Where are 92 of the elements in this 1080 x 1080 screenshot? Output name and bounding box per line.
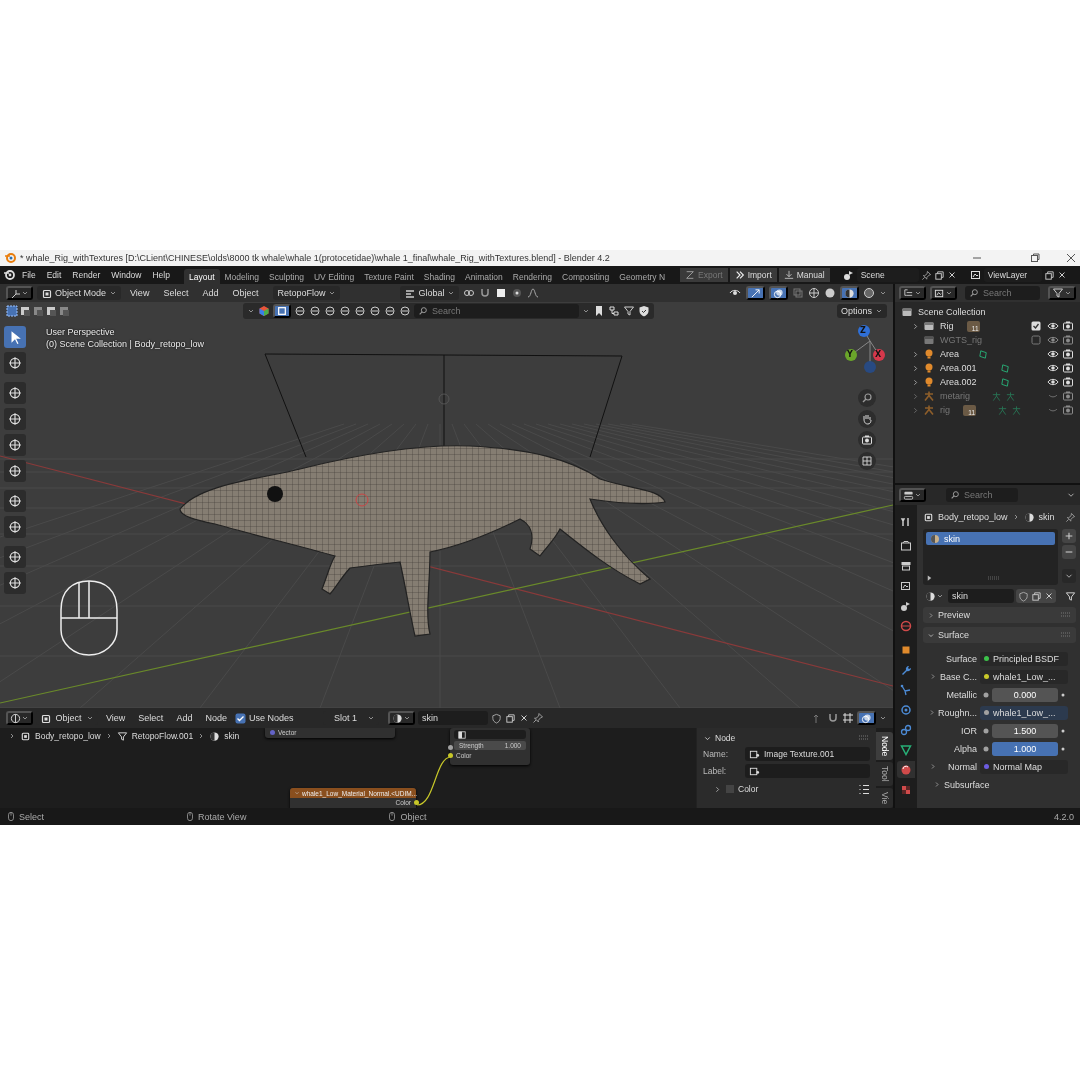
menu-item[interactable]: View [101,713,131,723]
status-hint: Rotate View [198,811,247,822]
material-slot[interactable]: skin [926,532,1055,545]
panel-title: Surface [938,630,970,640]
import-button[interactable]: Import [729,268,777,282]
material-name-field[interactable]: skin [418,711,488,725]
item-label: metarig [940,391,970,401]
search-field[interactable]: Search [946,488,1018,502]
menu-item[interactable]: Object [227,288,264,298]
property-label: Metallic [946,689,977,700]
menu-item[interactable]: Node [200,713,232,723]
status-hint: Object [400,811,427,822]
property-label: Surface [945,653,977,664]
workspace-tab[interactable]: Geometry N [614,269,671,284]
workspace-tab[interactable]: Shading [418,269,460,284]
status-hint: Select [19,811,44,822]
outliner-row[interactable]: Area.002 [895,375,1080,389]
sidebar-tab[interactable]: Node [876,732,893,761]
number-field[interactable]: 1.500 [992,723,1058,738]
breadcrumb-item: skin [1038,512,1055,522]
menu-item[interactable]: Help [147,270,175,280]
menu-item[interactable]: Select [133,713,169,723]
viewport-info-text: (0) Scene Collection | Body_retopo_low [46,338,205,350]
search-input[interactable]: Search [432,306,575,316]
breadcrumb-item: skin [224,731,240,741]
search-field[interactable]: Search [414,304,579,318]
workspace-tab[interactable]: Modeling [219,269,264,284]
field-label: Name: [703,749,730,759]
addon-dropdown[interactable]: RetopoFlow [273,286,341,300]
socket-link-field[interactable]: whale1_Low_... [980,669,1068,684]
manual-button[interactable]: Manual [778,268,830,282]
workspace-tab[interactable]: Compositing [557,269,615,284]
item-label: Area.002 [940,377,977,387]
outliner-row[interactable]: Scene Collection [895,305,1080,319]
menu-item[interactable]: File [17,270,41,280]
workspace-tab[interactable]: Rendering [507,269,557,284]
slider-field[interactable]: 1.000 [992,741,1058,756]
item-label: Scene Collection [918,307,986,317]
window-title: * whale_Rig_withTextures [D:\CLient\CHINESE\olds\8000 tk whale\whale 1(protocetidae)\whale 1_final\whale_Rig_withTextures.blend] - Blender 4.2 [20,253,610,263]
sidebar-tab[interactable]: Tool [876,762,893,786]
search-field[interactable]: Search [965,286,1040,300]
property-label: Alpha [953,743,977,754]
workspace-tab[interactable]: UV Editing [308,269,360,284]
menu-item[interactable]: Add [171,713,198,723]
menu-item[interactable]: Edit [41,270,67,280]
panel-header[interactable]: Preview [923,607,1076,623]
panel-header[interactable]: Surface [923,627,1076,643]
panel-title: Preview [938,610,970,620]
property-label: IOR [961,725,977,736]
item-label: rig [940,405,950,415]
workspace-tab[interactable]: Layout [183,269,220,284]
search-input[interactable]: Search [983,288,1036,298]
name-field[interactable]: Image Texture.001 [745,747,870,761]
breadcrumb-item: Body_retopo_low [35,731,101,741]
orientation-dropdown[interactable]: Global [400,286,460,300]
view-layer-field[interactable]: ViewLayer [983,268,1042,282]
panel-title[interactable]: Node [715,733,736,743]
breadcrumb-item: RetopoFlow.001 [131,731,194,741]
viewport-info-text: User Perspective [46,326,116,338]
property-label: Normal [948,761,977,772]
item-label: Rig [940,321,954,331]
item-label: Area [940,349,959,359]
mode-dropdown[interactable]: Object Mode [37,286,122,300]
field-label: Label: [703,766,728,776]
version-label: 4.2.0 [1053,811,1074,822]
subpanel-title[interactable]: Subsurface [944,779,990,790]
checkbox-label[interactable]: Use Nodes [248,713,294,723]
scene-field[interactable]: Scene [856,268,919,282]
outliner-row[interactable]: Area.001 [895,361,1080,375]
property-label: Base C... [940,671,977,682]
socket-link-field[interactable]: whale1_Low_... [980,705,1068,720]
item-label: Area.001 [940,363,977,373]
subpanel-title[interactable]: Color [738,784,759,794]
material-name-field[interactable]: skin [948,589,1014,603]
options-dropdown[interactable]: Options [836,304,887,318]
property-label: Roughn... [937,707,977,718]
socket-link-field[interactable]: Normal Map [980,759,1068,774]
menu-item[interactable]: View [125,288,155,298]
menu-item[interactable]: Window [106,270,147,280]
socket-link-field[interactable]: Principled BSDF [980,651,1068,666]
item-label: WGTS_rig [940,335,982,345]
outliner-row[interactable]: Area [895,347,1080,361]
menu-item[interactable]: Add [197,288,224,298]
breadcrumb-item: Body_retopo_low [938,512,1008,522]
menu-item[interactable]: Select [158,288,194,298]
sidebar-tab[interactable]: Vie [876,787,893,809]
menu-item[interactable]: Render [67,270,106,280]
workspace-tab[interactable]: Animation [459,269,508,284]
workspace-tab[interactable]: Sculpting [264,269,309,284]
workspace-tab[interactable]: Texture Paint [359,269,419,284]
slider-field[interactable]: 0.000 [992,687,1058,702]
search-input[interactable]: Search [964,490,1014,500]
